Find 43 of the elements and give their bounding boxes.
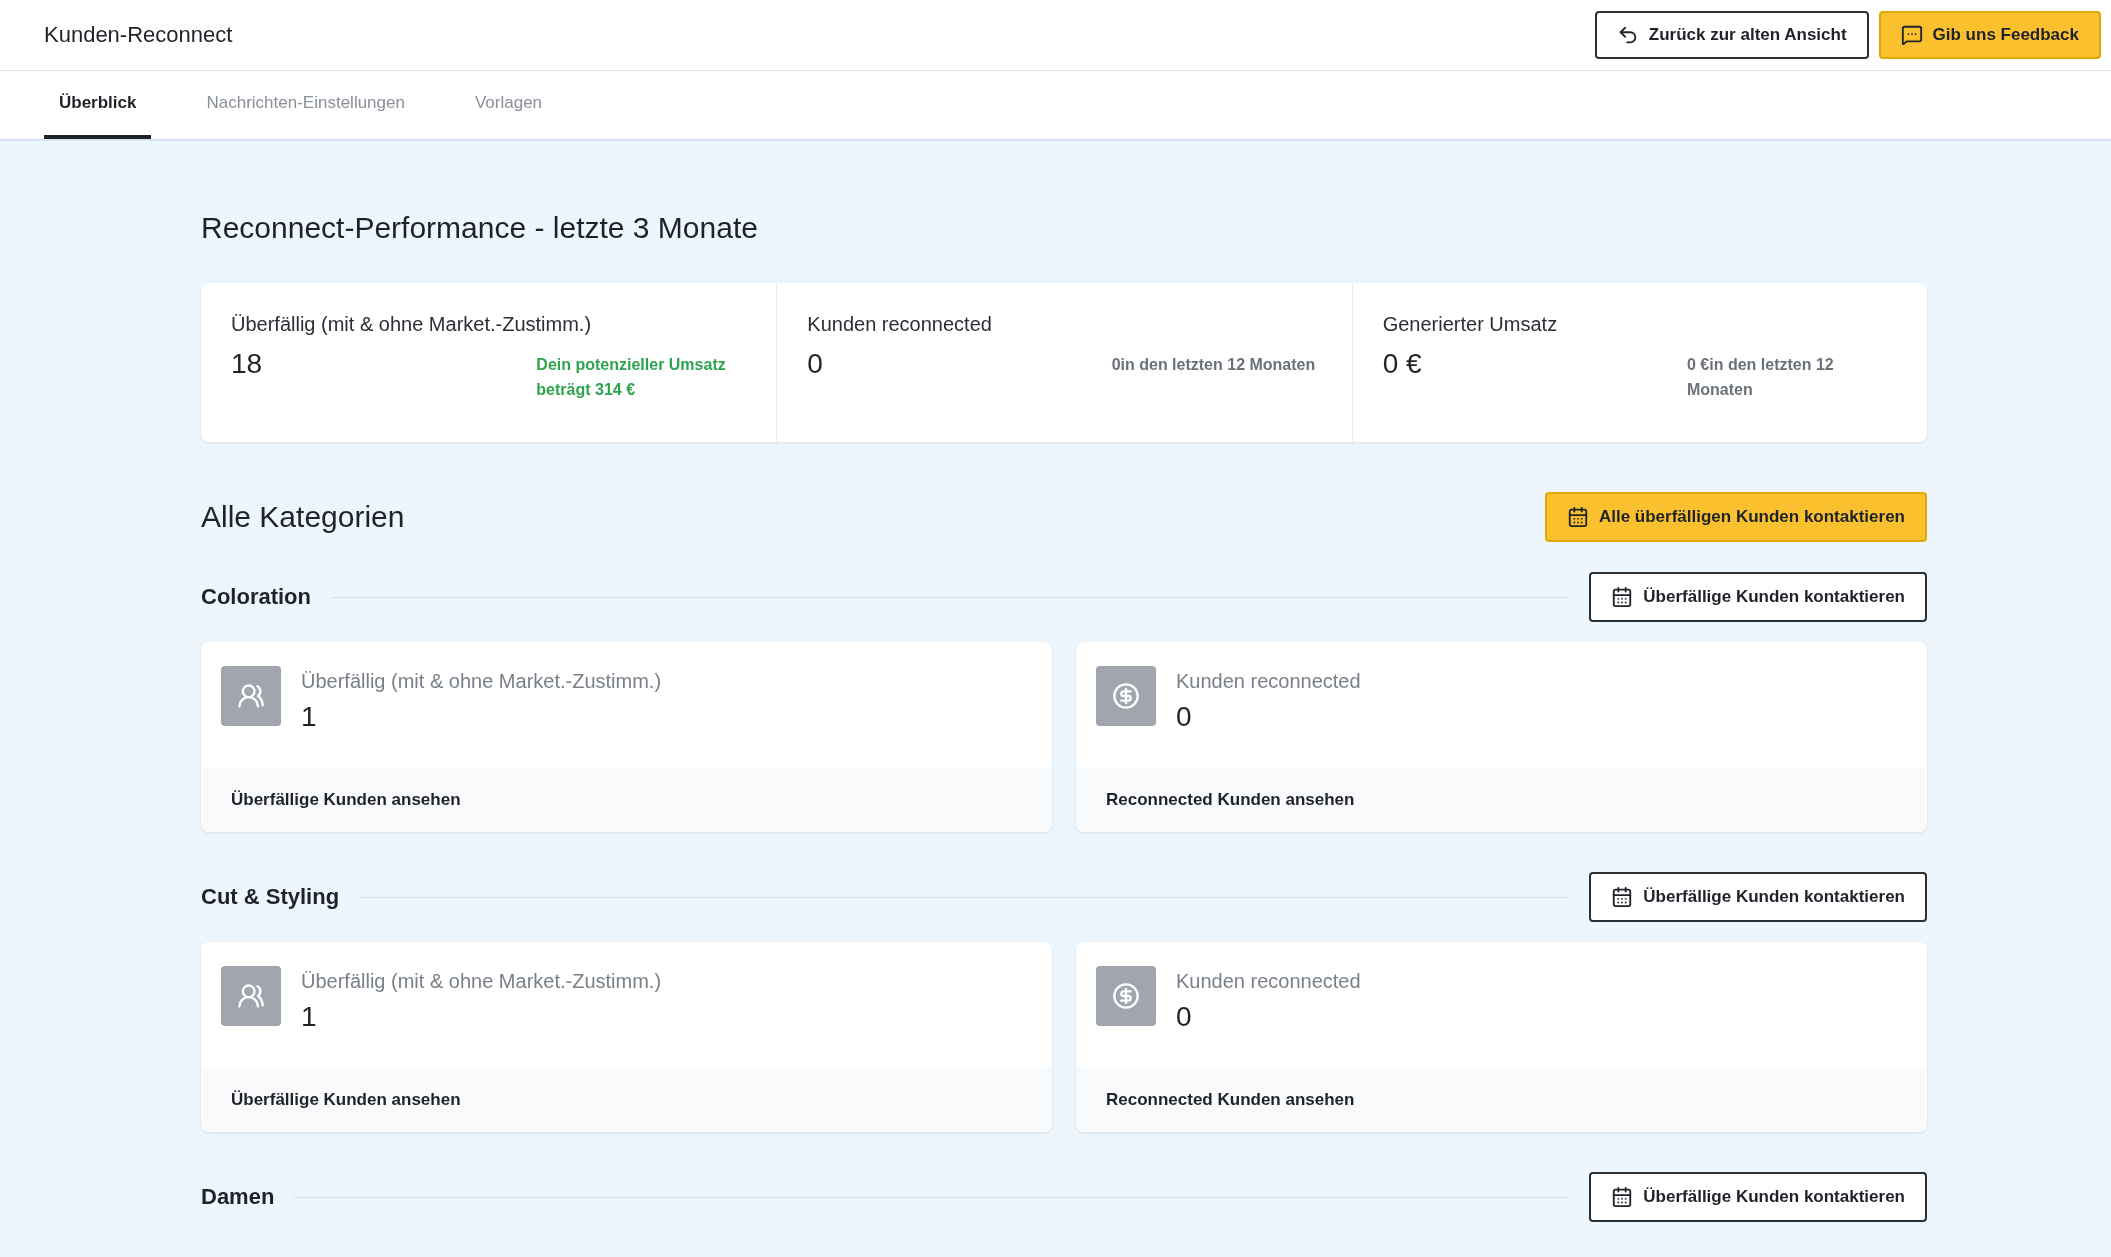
metric-label: Überfällig (mit & ohne Market.-Zustimm.) (301, 670, 662, 693)
people-icon (237, 682, 265, 710)
contact-button[interactable]: Überfällige Kunden kontaktieren (1589, 1172, 1927, 1222)
metric-label: Kunden reconnected (1176, 970, 1361, 993)
stat-value: 0 € (1382, 348, 1422, 380)
dollar-coin-icon (1112, 682, 1140, 710)
stat-note: 0 €in den letzten 12 Monaten (1687, 355, 1835, 400)
stat-value: 0 (807, 348, 823, 380)
app-title: Kunden-Reconnect (44, 22, 233, 48)
tab[interactable]: Überblick (44, 71, 152, 139)
feedback-button[interactable]: Gib uns Feedback (1878, 11, 2101, 59)
stat-label: Überfällig (mit & ohne Market.-Zustimm.) (231, 313, 593, 336)
stat-value: 18 (231, 348, 263, 380)
calendar-icon (1566, 506, 1589, 528)
message-icon (1900, 24, 1923, 46)
section-title: Reconnect-Performance - letzte 3 Monate (201, 210, 759, 246)
calendar-icon (1611, 1186, 1634, 1208)
stat-note: Dein potenzieller Umsatz beträgt 314 € (536, 355, 727, 400)
metric-value: 0 (1176, 1001, 1193, 1033)
stat-note: 0in den letzten 12 Monaten (1111, 355, 1317, 375)
stat-label: Generierter Umsatz (1382, 313, 1559, 336)
contact-button[interactable]: Überfällige Kunden kontaktieren (1589, 872, 1927, 922)
view-link[interactable]: Überfällige Kunden ansehen (231, 1089, 461, 1110)
view-link[interactable]: Reconnected Kunden ansehen (1106, 789, 1355, 810)
stat-label: Kunden reconnected (807, 313, 993, 336)
contact-button[interactable]: Überfällige Kunden kontaktieren (1589, 572, 1927, 622)
view-link[interactable]: Überfällige Kunden ansehen (231, 789, 461, 810)
section-title: Alle Kategorien (201, 500, 405, 534)
metric-value: 1 (301, 1001, 318, 1033)
category-title: Coloration (201, 584, 311, 610)
metric-value: 0 (1176, 701, 1193, 733)
calendar-icon (1611, 586, 1634, 608)
category-title: Damen (201, 1184, 275, 1210)
calendar-icon (1611, 886, 1634, 908)
people-icon (237, 982, 265, 1010)
metric-label: Kunden reconnected (1176, 670, 1361, 693)
category-title: Cut & Styling (201, 884, 340, 910)
metric-value: 1 (301, 701, 318, 733)
back-button[interactable]: Zurück zur alten Ansicht (1594, 11, 1869, 59)
view-link[interactable]: Reconnected Kunden ansehen (1106, 1089, 1355, 1110)
metric-label: Überfällig (mit & ohne Market.-Zustimm.) (301, 970, 662, 993)
dollar-coin-icon (1112, 982, 1140, 1010)
contact-all-button[interactable]: Alle überfälligen Kunden kontaktieren (1544, 492, 1927, 542)
